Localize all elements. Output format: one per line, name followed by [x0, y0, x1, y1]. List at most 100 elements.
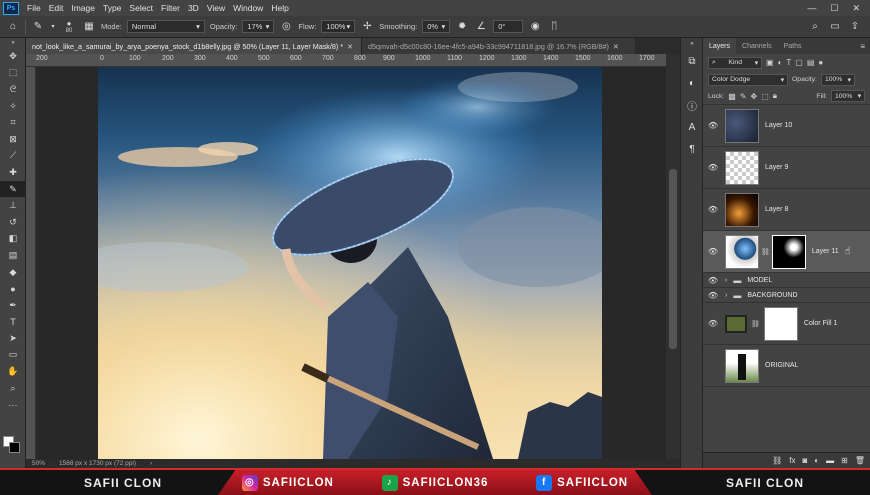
- adjustment-layer-icon[interactable]: ◐: [814, 456, 819, 465]
- eye-icon[interactable]: 👁︎: [703, 121, 723, 130]
- chevron-right-icon[interactable]: ›: [725, 292, 727, 299]
- layer-name[interactable]: Layer 8: [765, 206, 788, 213]
- frame-tool-icon[interactable]: ⊠: [0, 131, 26, 148]
- clone-stamp-tool-icon[interactable]: ⊥: [0, 197, 26, 214]
- layer-name[interactable]: Color Fill 1: [804, 320, 837, 327]
- filter-shape-icon[interactable]: ▢: [795, 58, 803, 67]
- mask-link-icon[interactable]: ⛓︎: [751, 320, 760, 328]
- layer-row-background-group[interactable]: 👁︎ › ▬ BACKGROUND: [703, 288, 870, 303]
- mode-dropdown[interactable]: Normal ▾: [126, 20, 205, 33]
- tab-layers[interactable]: Layers: [703, 38, 737, 54]
- blend-mode-dropdown[interactable]: Color Dodge ▾: [708, 73, 788, 86]
- smoothing-settings-icon[interactable]: ✹: [455, 20, 469, 34]
- layer-row-original[interactable]: ORIGINAL: [703, 345, 870, 387]
- lasso-tool-icon[interactable]: ᘓ: [0, 81, 26, 98]
- menu-view[interactable]: View: [203, 3, 229, 13]
- dodge-tool-icon[interactable]: ●: [0, 280, 26, 297]
- pen-tool-icon[interactable]: ✒: [0, 297, 26, 314]
- add-mask-icon[interactable]: ◙: [802, 456, 807, 465]
- move-tool-icon[interactable]: ✥: [0, 48, 26, 65]
- menu-select[interactable]: Select: [125, 3, 157, 13]
- canvas-area[interactable]: [36, 67, 666, 459]
- more-tools-icon[interactable]: ···: [0, 396, 26, 413]
- layer-name[interactable]: Layer 9: [765, 164, 788, 171]
- layer-name[interactable]: ORIGINAL: [765, 362, 798, 369]
- tab-sky-document[interactable]: d5qmvah-d5c00c80-16ee-4fc5-a94b-33c99471…: [361, 38, 635, 54]
- collapse-icon[interactable]: »: [0, 38, 26, 48]
- home-icon[interactable]: ⌂: [6, 20, 20, 34]
- layer-name[interactable]: Layer 10: [765, 122, 792, 129]
- layer-opacity-field[interactable]: 100% ▾: [820, 73, 855, 86]
- eye-icon[interactable]: 👁︎: [703, 276, 723, 285]
- zoom-tool-icon[interactable]: ⌕: [0, 380, 26, 397]
- airbrush-icon[interactable]: ✢: [360, 20, 374, 34]
- opacity-field[interactable]: 17% ▾: [242, 20, 275, 33]
- close-icon[interactable]: ✕: [347, 42, 353, 51]
- eye-icon[interactable]: 👁︎: [703, 247, 723, 256]
- search-icon[interactable]: ⌕: [808, 20, 822, 34]
- healing-brush-tool-icon[interactable]: ✚: [0, 164, 26, 181]
- eye-icon[interactable]: 👁︎: [703, 291, 723, 300]
- document-image[interactable]: [98, 67, 602, 459]
- layer-style-icon[interactable]: fx: [789, 456, 795, 465]
- filter-pixel-icon[interactable]: ▣: [766, 58, 774, 67]
- layer-name[interactable]: BACKGROUND: [747, 292, 797, 299]
- 3d-panel-icon[interactable]: ⧉: [681, 50, 703, 72]
- pressure-size-icon[interactable]: ◉: [528, 20, 542, 34]
- layer-name[interactable]: Layer 11: [812, 248, 839, 255]
- menu-edit[interactable]: Edit: [45, 3, 68, 13]
- workspace-icon[interactable]: ▭: [828, 20, 842, 34]
- eyedropper-tool-icon[interactable]: ⟋: [0, 148, 26, 165]
- pressure-opacity-icon[interactable]: ◎: [279, 20, 293, 34]
- layer-row-layer-11[interactable]: 👁︎ ⛓︎ Layer 11 ☝︎: [703, 231, 870, 273]
- trash-icon[interactable]: 🗑︎: [855, 456, 865, 465]
- brush-settings-icon[interactable]: ▦: [82, 20, 96, 34]
- fill-field[interactable]: 100% ▾: [831, 90, 865, 102]
- filter-adjustment-icon[interactable]: ◐: [778, 58, 783, 67]
- vertical-scrollbar[interactable]: [666, 54, 680, 459]
- tab-samurai-document[interactable]: not_look_like_a_samurai_by_arya_poenya_s…: [26, 38, 361, 54]
- background-color-swatch[interactable]: [9, 442, 20, 453]
- layer-name[interactable]: MODEL: [747, 277, 772, 284]
- menu-3d[interactable]: 3D: [184, 3, 203, 13]
- flow-field[interactable]: 100% ▾: [321, 20, 356, 33]
- fill-color-thumbnail[interactable]: [725, 314, 747, 333]
- brush-preset-picker[interactable]: ● 80: [61, 19, 77, 34]
- lock-artboard-icon[interactable]: ⬚: [761, 92, 769, 101]
- layer-mask-thumbnail[interactable]: [763, 306, 798, 341]
- chevron-down-icon[interactable]: ▾: [50, 20, 56, 34]
- lock-position-icon[interactable]: ✥: [751, 92, 758, 101]
- layer-mask-thumbnail[interactable]: [771, 234, 806, 269]
- eraser-tool-icon[interactable]: ◧: [0, 231, 26, 248]
- minimize-button[interactable]: —: [807, 3, 816, 14]
- eye-icon[interactable]: 👁︎: [703, 319, 723, 328]
- smoothing-field[interactable]: 0% ▾: [422, 20, 451, 33]
- layer-row-model-group[interactable]: 👁︎ › ▬ MODEL: [703, 273, 870, 288]
- lock-transparent-icon[interactable]: ▩: [728, 92, 736, 101]
- facebook-handle[interactable]: f SAFIICLON: [536, 474, 628, 491]
- close-button[interactable]: ✕: [852, 3, 860, 14]
- lock-image-icon[interactable]: ✎: [740, 92, 747, 101]
- paragraph-panel-icon[interactable]: ¶: [681, 138, 703, 160]
- angle-field[interactable]: 0°: [493, 20, 524, 33]
- hand-tool-icon[interactable]: ✋: [0, 363, 26, 380]
- mask-link-icon[interactable]: ⛓︎: [761, 248, 770, 256]
- share-icon[interactable]: ⇪: [848, 20, 862, 34]
- maximize-button[interactable]: ☐: [830, 3, 838, 14]
- blur-tool-icon[interactable]: ◆: [0, 264, 26, 281]
- brush-tool-icon[interactable]: ✎: [0, 180, 26, 198]
- panel-menu-icon[interactable]: ≡: [860, 42, 870, 51]
- type-tool-icon[interactable]: T: [0, 314, 26, 331]
- info-icon[interactable]: ⓘ: [681, 94, 703, 116]
- close-icon[interactable]: ✕: [613, 42, 619, 51]
- tiktok-handle[interactable]: ♪ SAFIICLON36: [381, 474, 489, 491]
- chevron-right-icon[interactable]: ›: [725, 277, 727, 284]
- tab-channels[interactable]: Channels: [736, 38, 778, 54]
- symmetry-icon[interactable]: ᛖ: [547, 20, 561, 34]
- collapse-icon[interactable]: «: [681, 38, 703, 50]
- brush-tool-icon[interactable]: ✎: [31, 20, 45, 34]
- link-layers-icon[interactable]: ⛓︎: [772, 456, 782, 465]
- menu-type[interactable]: Type: [99, 3, 125, 13]
- menu-filter[interactable]: Filter: [157, 3, 184, 13]
- shape-tool-icon[interactable]: ▭: [0, 347, 26, 364]
